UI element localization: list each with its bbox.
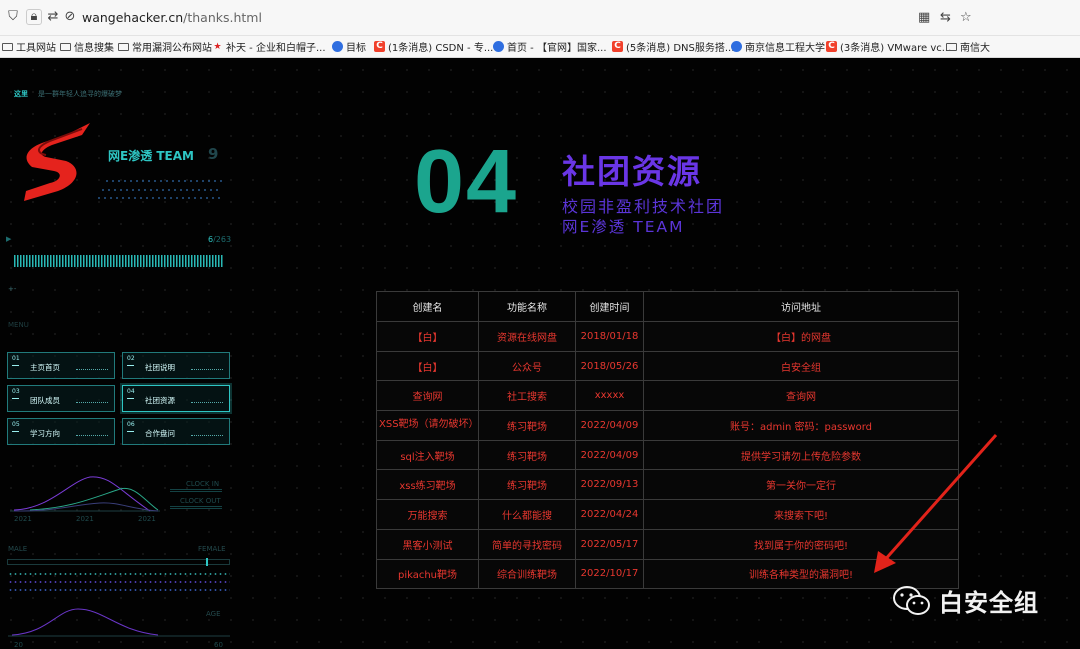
bookmark-item[interactable]: ★ 补天 - 企业和白帽子... [212,39,325,55]
tracking-protection-icon[interactable]: ⊘ [63,10,77,24]
folder-icon [946,42,957,51]
csdn-icon: C [374,41,385,52]
folder-icon [2,42,13,51]
bookmark-item[interactable]: 南京信息工程大学 [731,39,825,54]
globe-icon [332,41,343,52]
lock-icon[interactable]: 🔒︎ [26,9,42,25]
bookmark-item[interactable]: 信息搜集 [60,39,114,54]
annotation-arrow [874,434,998,573]
url-domain: wangehacker.cn [82,10,184,25]
page-content: 这里 是一群年轻人追寻的爆破梦 网E渗透 TEAM 9 ▶ 6/263 +- M… [0,59,1080,649]
permissions-icon[interactable]: ⇄ [46,10,60,24]
shield-icon[interactable]: ⛉ [6,10,20,24]
url-field[interactable]: wangehacker.cn/thanks.html [82,10,262,25]
csdn-icon: C [826,41,837,52]
bookmark-item[interactable]: C (3条消息) VMware vc... [826,39,951,54]
star-icon: ★ [213,41,222,52]
bookmark-item[interactable]: C (5条消息) DNS服务搭... [612,39,734,54]
globe-icon [731,41,742,52]
wechat-icon [893,585,930,615]
watermark: 白安全组 [893,583,1039,618]
qr-code-icon[interactable]: ▦ [918,10,930,25]
csdn-icon: C [612,41,623,52]
folder-icon [118,42,129,51]
globe-icon [493,41,504,52]
watermark-text: 白安全组 [939,589,1039,617]
translate-icon[interactable]: ⇆ [940,10,951,25]
url-path: /thanks.html [183,10,262,25]
bookmark-item[interactable]: C (1条消息) CSDN - 专... [374,39,493,54]
bookmark-item[interactable]: 南信大 [946,39,990,54]
folder-icon [60,42,71,51]
bookmarks-bar: 工具网站 信息搜集 常用漏洞公布网站 ★ 补天 - 企业和白帽子... 目标 C(… [0,36,1080,58]
bookmark-item[interactable]: 工具网站 [2,39,56,54]
bookmark-item[interactable]: 目标 [332,39,366,54]
bookmark-star-icon[interactable]: ☆ [960,10,972,25]
bookmark-item[interactable]: 首页 - 【官网】国家... [493,39,607,54]
browser-url-bar: ⛉ 🔒︎ ⇄ ⊘ wangehacker.cn/thanks.html ▦ ⇆ … [0,0,1080,36]
bookmark-item[interactable]: 常用漏洞公布网站 [118,39,212,54]
